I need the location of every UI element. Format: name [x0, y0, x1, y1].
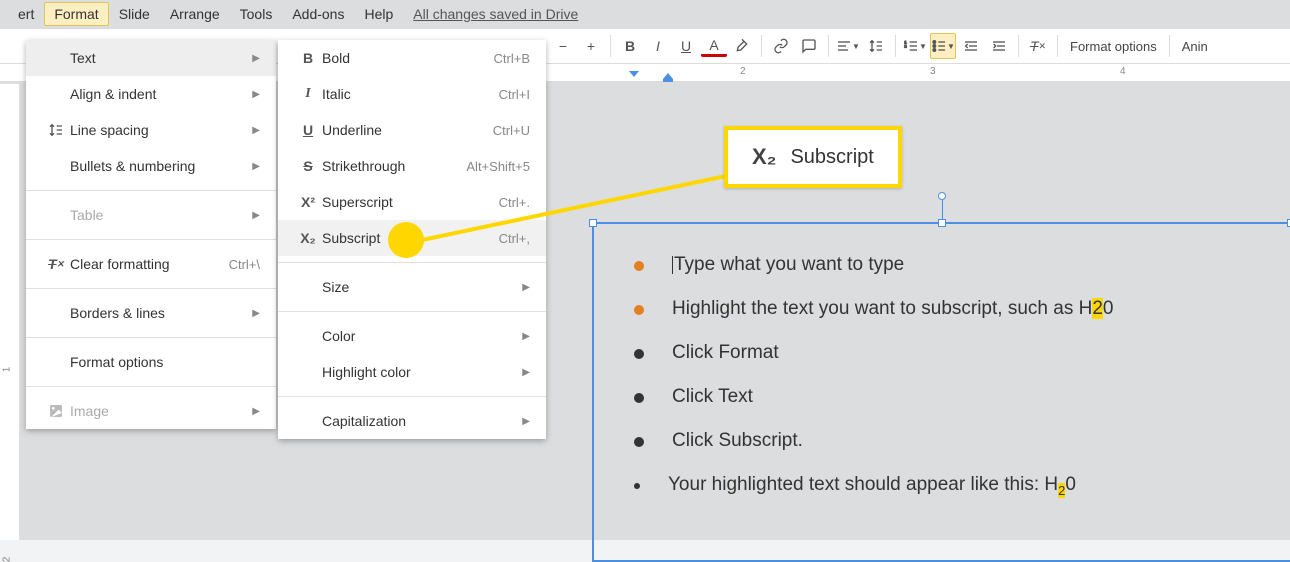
ruler-mark: 4 [1120, 66, 1126, 77]
format-clear-item[interactable]: T✕ Clear formatting Ctrl+\ [26, 246, 276, 282]
format-table-item: Table▶ [26, 197, 276, 233]
underline-icon: U [294, 122, 322, 138]
menu-insert[interactable]: ert [8, 2, 44, 26]
text-capitalization-item[interactable]: Capitalization▶ [278, 403, 546, 439]
text-color-item[interactable]: Color▶ [278, 318, 546, 354]
subscript-icon: X₂ [752, 144, 776, 170]
format-linespacing-item[interactable]: Line spacing▶ [26, 112, 276, 148]
text-underline-item[interactable]: U Underline Ctrl+U [278, 112, 546, 148]
ruler-mark: 3 [930, 66, 936, 77]
menubar: ert Format Slide Arrange Tools Add-ons H… [0, 0, 1290, 28]
numbered-list-button[interactable]: 12▼ [902, 33, 928, 59]
list-item[interactable]: Click Format [634, 342, 1250, 364]
image-icon [42, 403, 70, 419]
clear-format-icon: T✕ [42, 256, 70, 272]
link-icon [773, 38, 789, 54]
list-item[interactable]: Click Text [634, 386, 1250, 408]
menu-slide[interactable]: Slide [109, 2, 160, 26]
bold-button[interactable]: B [617, 33, 643, 59]
svg-text:2: 2 [904, 43, 907, 48]
ruler-mark: 2 [1, 557, 12, 562]
annotation-callout: X₂ Subscript [724, 126, 902, 188]
indent-icon [991, 38, 1007, 54]
increase-indent-button[interactable] [986, 33, 1012, 59]
text-color-button[interactable]: A [701, 35, 727, 57]
italic-button[interactable]: I [645, 33, 671, 59]
rotate-handle[interactable] [938, 192, 946, 200]
highlighter-icon [734, 38, 750, 54]
resize-handle[interactable] [938, 219, 946, 227]
list-item[interactable]: Click Subscript. [634, 430, 1250, 452]
callout-label: Subscript [790, 146, 873, 169]
ruler-mark: 2 [740, 66, 746, 77]
line-spacing-icon [42, 122, 70, 138]
menu-tools[interactable]: Tools [230, 2, 283, 26]
bulleted-list-button[interactable]: ▼ [930, 33, 956, 59]
align-left-icon [836, 38, 852, 54]
comment-icon [801, 38, 817, 54]
menu-format[interactable]: Format [44, 2, 108, 26]
text-size-item[interactable]: Size▶ [278, 269, 546, 305]
text-superscript-item[interactable]: X² Superscript Ctrl+. [278, 184, 546, 220]
zoom-out-button[interactable]: − [550, 33, 576, 59]
link-button[interactable] [768, 33, 794, 59]
line-spacing-button[interactable] [863, 33, 889, 59]
line-spacing-icon [868, 38, 884, 54]
superscript-icon: X² [294, 194, 322, 210]
format-align-item[interactable]: Align & indent▶ [26, 76, 276, 112]
save-status[interactable]: All changes saved in Drive [413, 6, 578, 22]
bold-icon: B [294, 50, 322, 66]
format-text-item[interactable]: Text▶ [26, 40, 276, 76]
numbered-list-icon: 12 [903, 38, 919, 54]
format-borders-item[interactable]: Borders & lines▶ [26, 295, 276, 331]
menu-arrange[interactable]: Arrange [160, 2, 230, 26]
slide-textbox[interactable]: Type what you want to type Highlight the… [592, 222, 1290, 562]
bulleted-list-icon [931, 38, 947, 54]
format-dropdown: Text▶ Align & indent▶ Line spacing▶ Bull… [26, 40, 276, 429]
ruler-mark: 1 [1, 367, 12, 373]
list-item[interactable]: Type what you want to type [634, 254, 1250, 276]
animate-button[interactable]: Anin [1176, 39, 1214, 54]
menu-addons[interactable]: Add-ons [282, 2, 354, 26]
comment-button[interactable] [796, 33, 822, 59]
format-bullets-item[interactable]: Bullets & numbering▶ [26, 148, 276, 184]
text-bold-item[interactable]: B Bold Ctrl+B [278, 40, 546, 76]
list-item[interactable]: Your highlighted text should appear like… [634, 474, 1250, 498]
text-strike-item[interactable]: S Strikethrough Alt+Shift+5 [278, 148, 546, 184]
format-options-button[interactable]: Format options [1064, 39, 1163, 54]
text-italic-item[interactable]: I Italic Ctrl+I [278, 76, 546, 112]
menu-help[interactable]: Help [354, 2, 403, 26]
clear-format-button[interactable]: T✕ [1025, 33, 1051, 59]
bullet-list: Type what you want to type Highlight the… [594, 224, 1290, 550]
first-line-indent-icon[interactable] [628, 70, 640, 82]
decrease-indent-button[interactable] [958, 33, 984, 59]
highlight-button[interactable] [729, 33, 755, 59]
zoom-in-button[interactable]: + [578, 33, 604, 59]
vertical-ruler: 1 2 [0, 84, 20, 540]
italic-icon: I [294, 86, 322, 102]
text-highlight-item[interactable]: Highlight color▶ [278, 354, 546, 390]
align-button[interactable]: ▼ [835, 33, 861, 59]
resize-handle[interactable] [589, 219, 597, 227]
subscript-icon: X₂ [294, 230, 322, 246]
format-options-item[interactable]: Format options [26, 344, 276, 380]
annotation-dot [388, 222, 424, 258]
strikethrough-icon: S [294, 158, 322, 174]
format-image-item: Image▶ [26, 393, 276, 429]
underline-button[interactable]: U [673, 33, 699, 59]
left-indent-icon[interactable] [662, 72, 674, 84]
outdent-icon [963, 38, 979, 54]
list-item[interactable]: Highlight the text you want to subscript… [634, 298, 1250, 320]
